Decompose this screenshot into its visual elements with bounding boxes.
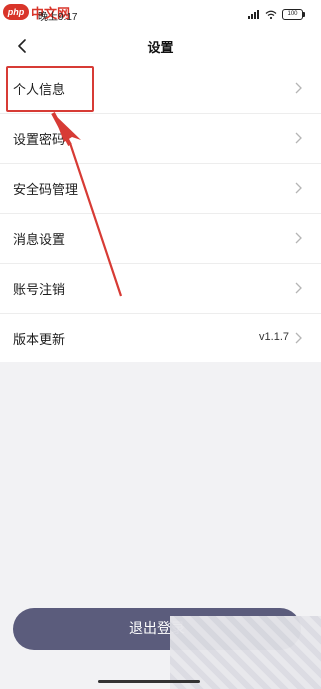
signal-icon — [248, 10, 259, 19]
watermark-badge: php — [3, 4, 29, 20]
menu-item-label: 设置密码 — [13, 133, 66, 148]
blurred-watermark-patch — [170, 616, 321, 689]
annotation-highlight-box — [6, 66, 94, 112]
chevron-right-icon — [295, 82, 302, 94]
nav-bar: 设置 — [0, 28, 321, 64]
chevron-right-icon — [295, 332, 302, 344]
status-icons: 100 — [248, 9, 305, 20]
wifi-icon — [265, 10, 277, 19]
menu-item-label: 安全码管理 — [13, 183, 79, 198]
status-bar: php 中文网 晚上9:17 100 — [0, 0, 321, 28]
menu-item-label: 版本更新 — [13, 333, 66, 348]
menu-item-set-password[interactable]: 设置密码 — [0, 114, 321, 164]
battery-icon: 100 — [282, 9, 305, 20]
chevron-right-icon — [295, 282, 302, 294]
chevron-right-icon — [295, 182, 302, 194]
menu-item-version-update[interactable]: 版本更新 v1.1.7 — [0, 314, 321, 362]
menu-item-label: 账号注销 — [13, 283, 66, 298]
menu-item-message-settings[interactable]: 消息设置 — [0, 214, 321, 264]
status-time: 晚上9:17 — [38, 12, 78, 23]
menu-item-account-cancel[interactable]: 账号注销 — [0, 264, 321, 314]
menu-item-security-code[interactable]: 安全码管理 — [0, 164, 321, 214]
menu-item-label: 消息设置 — [13, 233, 66, 248]
home-indicator — [98, 680, 200, 683]
page-title: 设置 — [147, 41, 174, 56]
chevron-right-icon — [295, 132, 302, 144]
chevron-right-icon — [295, 232, 302, 244]
version-value: v1.1.7 — [259, 331, 289, 343]
